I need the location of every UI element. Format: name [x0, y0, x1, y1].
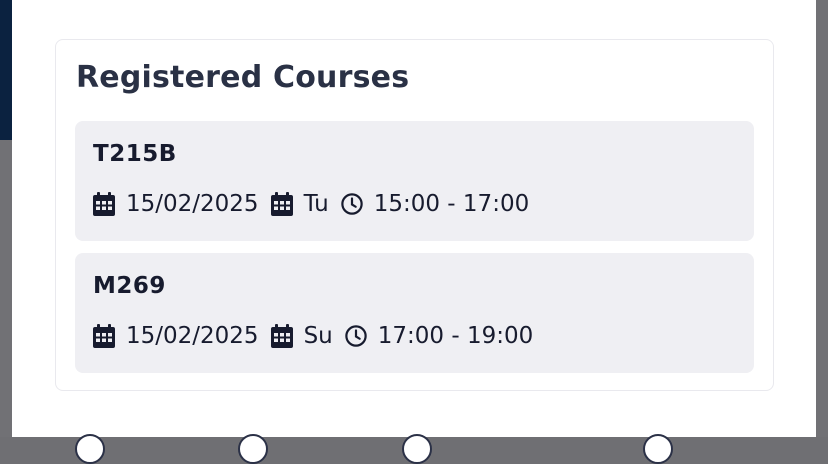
course-time: 15:00 - 17:00	[373, 191, 530, 217]
course-meta: 15/02/2025 Su 17:00 - 19:00	[93, 322, 545, 350]
bottom-action-button[interactable]	[75, 434, 105, 464]
bottom-action-button[interactable]	[643, 434, 673, 464]
calendar-icon	[270, 191, 293, 217]
course-day: Su	[303, 323, 333, 349]
registered-courses-card: Registered Courses T215B 15/02/2025 Tu 1…	[55, 39, 774, 391]
card-title: Registered Courses	[76, 60, 410, 95]
bottom-action-button[interactable]	[238, 434, 268, 464]
calendar-icon	[93, 323, 115, 349]
bottom-action-button[interactable]	[402, 434, 432, 464]
course-meta: 15/02/2025 Tu 15:00 - 17:00	[93, 190, 541, 218]
course-time: 17:00 - 19:00	[377, 323, 534, 349]
course-item[interactable]: T215B 15/02/2025 Tu 15:00 - 17:00	[75, 121, 754, 241]
course-date: 15/02/2025	[126, 191, 259, 217]
course-code: T215B	[93, 141, 177, 167]
clock-icon	[340, 191, 363, 217]
course-code: M269	[93, 273, 166, 299]
course-day: Tu	[303, 191, 329, 217]
course-item[interactable]: M269 15/02/2025 Su 17:00 - 19:00	[75, 253, 754, 373]
calendar-icon	[93, 191, 115, 217]
modal-sheet: Registered Courses T215B 15/02/2025 Tu 1…	[12, 0, 816, 464]
clock-icon	[345, 323, 367, 349]
course-date: 15/02/2025	[126, 323, 259, 349]
calendar-icon	[270, 323, 293, 349]
